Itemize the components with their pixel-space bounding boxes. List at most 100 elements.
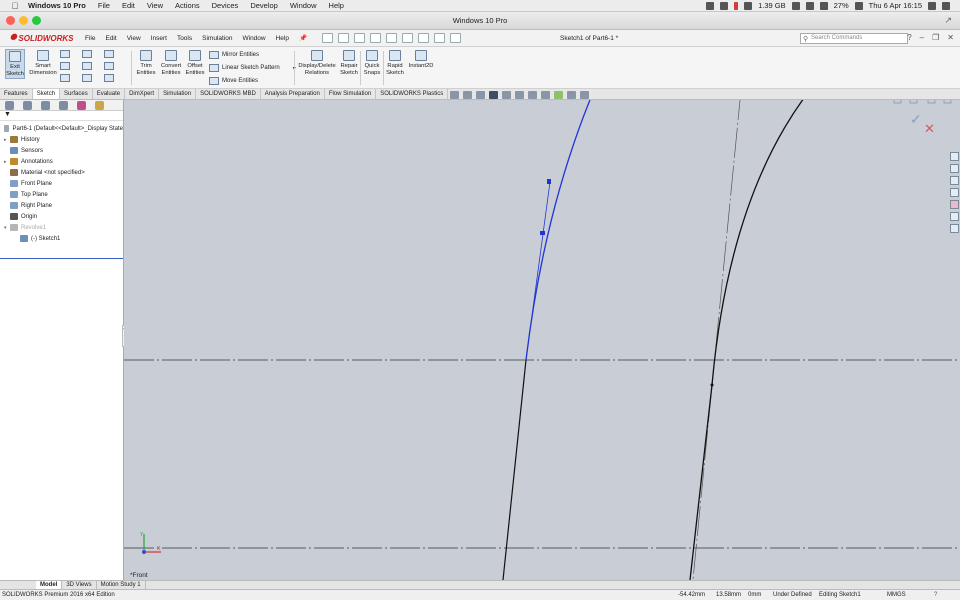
tree-item-front-plane[interactable]: Front Plane bbox=[0, 178, 123, 189]
display-style-icon[interactable] bbox=[528, 90, 537, 99]
sw-menu-simulation[interactable]: Simulation bbox=[197, 35, 237, 42]
view-palette-icon[interactable] bbox=[950, 188, 959, 197]
mac-menu-develop[interactable]: Develop bbox=[244, 1, 284, 10]
zoom-to-area-icon[interactable] bbox=[463, 90, 472, 99]
sketch-point[interactable] bbox=[710, 383, 714, 387]
tab-surfaces[interactable]: Surfaces bbox=[60, 89, 93, 99]
appearances-icon[interactable] bbox=[950, 200, 959, 209]
sw-restore-icon[interactable]: ❐ bbox=[932, 33, 939, 42]
spline-handle-point[interactable] bbox=[540, 231, 545, 235]
search-commands-input[interactable]: ⚲ Search Commands bbox=[800, 33, 908, 44]
mac-menu-edit[interactable]: Edit bbox=[116, 1, 141, 10]
tree-item-history[interactable]: ▸ History bbox=[0, 134, 123, 145]
spline-tool-icon[interactable] bbox=[104, 50, 126, 58]
tab-analysis-preparation[interactable]: Analysis Preparation bbox=[261, 89, 325, 99]
new-document-icon[interactable] bbox=[322, 33, 334, 43]
sw-menu-window[interactable]: Window bbox=[237, 35, 270, 42]
rapid-sketch-button[interactable]: Rapid Sketch bbox=[385, 50, 405, 76]
mac-menu-view[interactable]: View bbox=[141, 1, 169, 10]
smart-dimension-button[interactable]: Smart Dimension bbox=[28, 50, 58, 76]
spotlight-icon[interactable] bbox=[928, 1, 936, 10]
dynamic-annotation-icon[interactable] bbox=[502, 90, 511, 99]
selected-spline-curve[interactable] bbox=[525, 100, 594, 361]
sw-menu-tools[interactable]: Tools bbox=[172, 35, 197, 42]
notification-icon[interactable] bbox=[942, 1, 950, 10]
tray-drive-icon[interactable] bbox=[744, 1, 753, 10]
tree-item-material[interactable]: Material <not specified> bbox=[0, 167, 123, 178]
zoom-window-button[interactable] bbox=[32, 16, 41, 25]
feature-tree-tab-icon[interactable] bbox=[5, 101, 14, 110]
tab-sketch[interactable]: Sketch bbox=[32, 89, 61, 99]
hide-show-items-icon[interactable] bbox=[541, 90, 550, 99]
sketch-canvas[interactable]: Y X ✓ ✕ bbox=[124, 100, 960, 580]
tree-item-sensors[interactable]: Sensors bbox=[0, 145, 123, 156]
sw-close-icon[interactable]: ✕ bbox=[947, 33, 954, 42]
apple-icon[interactable]:  bbox=[8, 1, 22, 11]
dimxpert-manager-tab-icon[interactable] bbox=[59, 101, 68, 110]
sw-minimize-icon[interactable]: – bbox=[920, 33, 924, 42]
storage-indicator[interactable]: 1.39 GB bbox=[758, 1, 786, 10]
spline-handle-point[interactable] bbox=[547, 179, 551, 184]
open-document-icon[interactable] bbox=[338, 33, 350, 43]
tab-simulation[interactable]: Simulation bbox=[159, 89, 197, 99]
tree-item-revolve1[interactable]: ▾ Revolve1 bbox=[0, 222, 123, 233]
move-entities-button[interactable]: Move Entities bbox=[209, 77, 258, 85]
viewport-controls[interactable] bbox=[893, 100, 952, 104]
repair-sketch-button[interactable]: Repair Sketch bbox=[339, 50, 359, 76]
unit-system[interactable]: MMGS bbox=[887, 590, 906, 600]
section-view-icon[interactable] bbox=[489, 90, 498, 99]
line-tool-icon[interactable] bbox=[60, 50, 82, 58]
close-window-button[interactable] bbox=[6, 16, 15, 25]
print-icon[interactable] bbox=[370, 33, 382, 43]
tab-features[interactable]: Features bbox=[0, 89, 33, 99]
tab-plastics[interactable]: SOLIDWORKS Plastics bbox=[376, 89, 449, 99]
tab-model[interactable]: Model bbox=[36, 581, 63, 589]
sketch-spline-curve[interactable] bbox=[689, 100, 810, 580]
options-gear-icon[interactable] bbox=[450, 33, 462, 43]
display-delete-relations-button[interactable]: Display/Delete Relations bbox=[297, 50, 337, 76]
sw-menu-view[interactable]: View bbox=[122, 35, 146, 42]
text-tool-icon[interactable] bbox=[104, 74, 126, 82]
tree-item-sketch1[interactable]: (-) Sketch1 bbox=[0, 233, 123, 244]
mac-menu-devices[interactable]: Devices bbox=[206, 1, 245, 10]
polygon-tool-icon[interactable] bbox=[82, 62, 104, 70]
rectangle-tool-icon[interactable] bbox=[60, 62, 82, 70]
resources-icon[interactable] bbox=[950, 152, 959, 161]
fillet-tool-icon[interactable] bbox=[104, 62, 126, 70]
exit-sketch-button[interactable]: Exit Sketch bbox=[5, 49, 25, 79]
tree-item-right-plane[interactable]: Right Plane bbox=[0, 200, 123, 211]
tray-monitor-icon[interactable] bbox=[720, 1, 729, 10]
display-manager-tab-icon[interactable] bbox=[77, 101, 86, 110]
tab-evaluate[interactable]: Evaluate bbox=[93, 89, 126, 99]
tree-item-annotations[interactable]: ▸ Annotations bbox=[0, 156, 123, 167]
design-library-icon[interactable] bbox=[950, 164, 959, 173]
mac-menu-window[interactable]: Window bbox=[284, 1, 323, 10]
pin-icon[interactable]: 📌 bbox=[294, 34, 312, 42]
view-settings-icon[interactable] bbox=[580, 90, 589, 99]
fullscreen-icon[interactable]: ↗ bbox=[944, 15, 952, 26]
property-manager-tab-icon[interactable] bbox=[23, 101, 32, 110]
sw-menu-insert[interactable]: Insert bbox=[146, 35, 172, 42]
tray-app-icon[interactable] bbox=[706, 1, 715, 10]
tab-3d-views[interactable]: 3D Views bbox=[62, 581, 97, 589]
sketch-definition-status[interactable]: Under Defined bbox=[773, 590, 812, 600]
sw-menu-help[interactable]: Help bbox=[271, 35, 294, 42]
rebuild-icon[interactable] bbox=[418, 33, 430, 43]
point-tool-icon[interactable] bbox=[82, 74, 104, 82]
file-explorer-icon[interactable] bbox=[950, 176, 959, 185]
previous-view-icon[interactable] bbox=[476, 90, 485, 99]
tab-mbd[interactable]: SOLIDWORKS MBD bbox=[196, 89, 261, 99]
sketch-line[interactable] bbox=[502, 359, 527, 580]
file-properties-icon[interactable] bbox=[434, 33, 446, 43]
confirmation-corner[interactable]: ✓ ✕ bbox=[910, 112, 935, 137]
help-icon[interactable]: ? bbox=[934, 590, 937, 600]
filter-icon[interactable]: ▼ bbox=[4, 111, 11, 118]
parallels-pause-icon[interactable] bbox=[734, 1, 739, 10]
tab-flow-simulation[interactable]: Flow Simulation bbox=[325, 89, 377, 99]
tab-dimxpert[interactable]: DimXpert bbox=[125, 89, 160, 99]
volume-icon[interactable] bbox=[819, 1, 828, 10]
save-icon[interactable] bbox=[354, 33, 366, 43]
clock[interactable]: Thu 6 Apr 16:15 bbox=[869, 1, 922, 10]
mac-menu-file[interactable]: File bbox=[92, 1, 116, 10]
mirror-entities-button[interactable]: Mirror Entities bbox=[209, 51, 259, 59]
